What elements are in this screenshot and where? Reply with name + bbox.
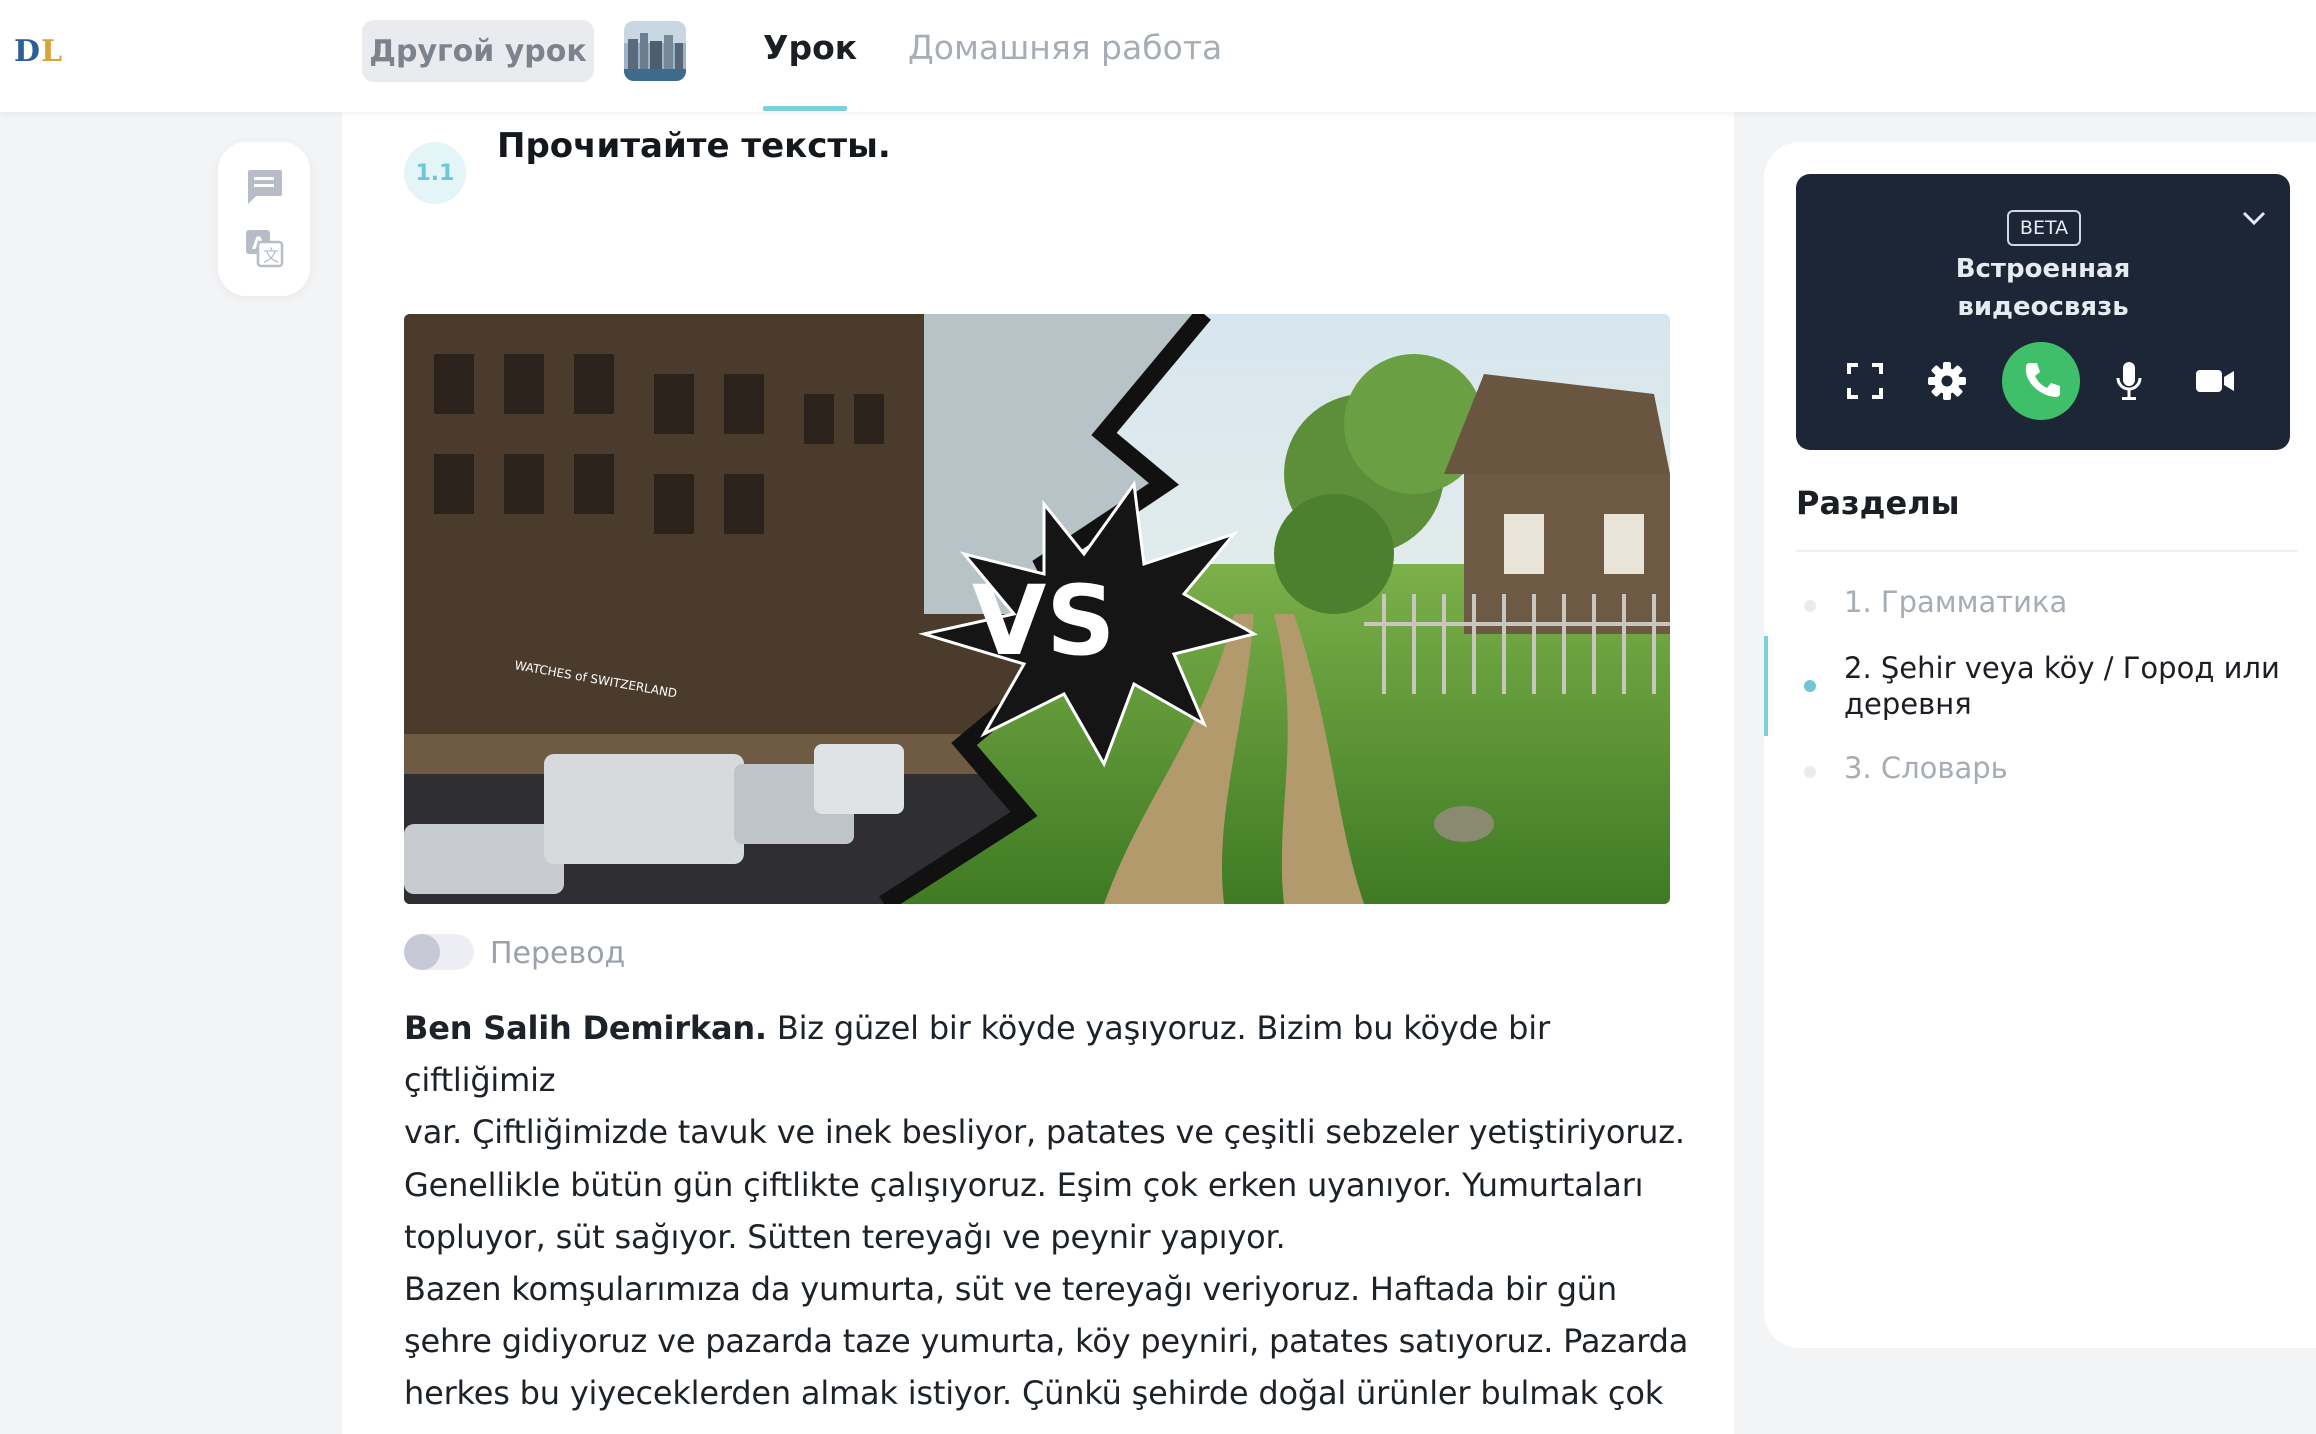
beta-badge: BETA	[2007, 210, 2081, 246]
comment-icon[interactable]	[244, 166, 284, 206]
video-title-line: видеосвязь	[1957, 292, 2129, 322]
section-label: 2. Şehir veya köy / Город или деревня	[1844, 650, 2280, 722]
logo-letter-d: D	[14, 34, 42, 69]
reading-line: Genellikle bütün gün çiftlikte çalışıyor…	[404, 1165, 1644, 1204]
bullet-icon	[1804, 600, 1816, 612]
vs-label: VS	[972, 565, 1115, 677]
reading-line: Ben Salih Demirkan. Biz güzel bir köyde …	[404, 1002, 1694, 1106]
speaker-name: Ben Salih Demirkan.	[404, 1009, 767, 1047]
sections-title: Разделы	[1796, 484, 1960, 522]
video-title-line: Встроенная	[1955, 254, 2131, 284]
camera-icon[interactable]	[2194, 366, 2236, 396]
bullet-icon	[1804, 680, 1816, 692]
reading-line: şehre gidiyoruz ve pazarda taze yumurta,…	[404, 1322, 1689, 1361]
top-bar: DL Другой урок Урок Домашняя работа	[0, 0, 2316, 112]
chevron-down-icon[interactable]	[2238, 202, 2270, 234]
svg-text:文: 文	[263, 246, 279, 265]
reading-text: Ben Salih Demirkan. Biz güzel bir köyde …	[404, 1002, 1694, 1434]
active-section-indicator	[1764, 636, 1768, 736]
right-sidebar: BETA Встроенная видеосвязь Разделы 1. Гр…	[1764, 142, 2316, 1348]
course-thumbnail[interactable]	[624, 21, 686, 81]
translation-toggle-label: Перевод	[490, 936, 626, 971]
section-label: 3. Словарь	[1844, 751, 2008, 785]
section-label: 1. Грамматика	[1844, 585, 2068, 619]
video-call-panel: BETA Встроенная видеосвязь	[1796, 174, 2290, 450]
task-title: Прочитайте тексты.	[497, 126, 891, 166]
tools-panel: A 文	[218, 142, 310, 296]
bullet-icon	[1804, 766, 1816, 778]
toggle-knob	[404, 934, 440, 970]
lesson-content: 1.1 Прочитайте тексты. WATCHES of SWITZE…	[342, 112, 1734, 1434]
divider	[1796, 550, 2298, 552]
task-number-badge: 1.1	[404, 142, 466, 204]
fullscreen-icon[interactable]	[1846, 362, 1884, 400]
microphone-icon[interactable]	[2114, 360, 2144, 402]
reading-line: Bazen komşularımıza da yumurta, süt ve t…	[404, 1270, 1617, 1309]
reading-line: herkes bu yiyeceklerden almak istiyor. Ç…	[404, 1374, 1664, 1413]
section-label-line: 2. Şehir veya köy / Город или	[1844, 651, 2280, 685]
settings-icon[interactable]	[1926, 360, 1968, 402]
translate-icon[interactable]: A 文	[244, 228, 284, 268]
call-button[interactable]	[2002, 342, 2080, 420]
reading-line: topluyor, süt sağıyor. Sütten tereyağı v…	[404, 1217, 1286, 1256]
phone-icon	[2021, 359, 2061, 403]
reading-line: var. Çiftliğimizde tavuk ve inek besliyo…	[404, 1113, 1685, 1152]
logo-letter-l: L	[41, 34, 64, 69]
reading-line: zor.	[404, 1420, 1694, 1434]
section-label-line: деревня	[1844, 687, 1972, 721]
active-tab-indicator	[763, 106, 847, 111]
translation-toggle[interactable]	[404, 934, 474, 970]
logo[interactable]: DL	[14, 34, 63, 69]
city-vs-village-image: WATCHES of SWITZERLAND VS	[404, 314, 1670, 904]
tab-homework[interactable]: Домашняя работа	[908, 28, 1222, 67]
video-call-title: Встроенная видеосвязь	[1796, 250, 2290, 326]
other-lesson-button[interactable]: Другой урок	[362, 20, 594, 82]
tab-lesson[interactable]: Урок	[763, 28, 857, 67]
